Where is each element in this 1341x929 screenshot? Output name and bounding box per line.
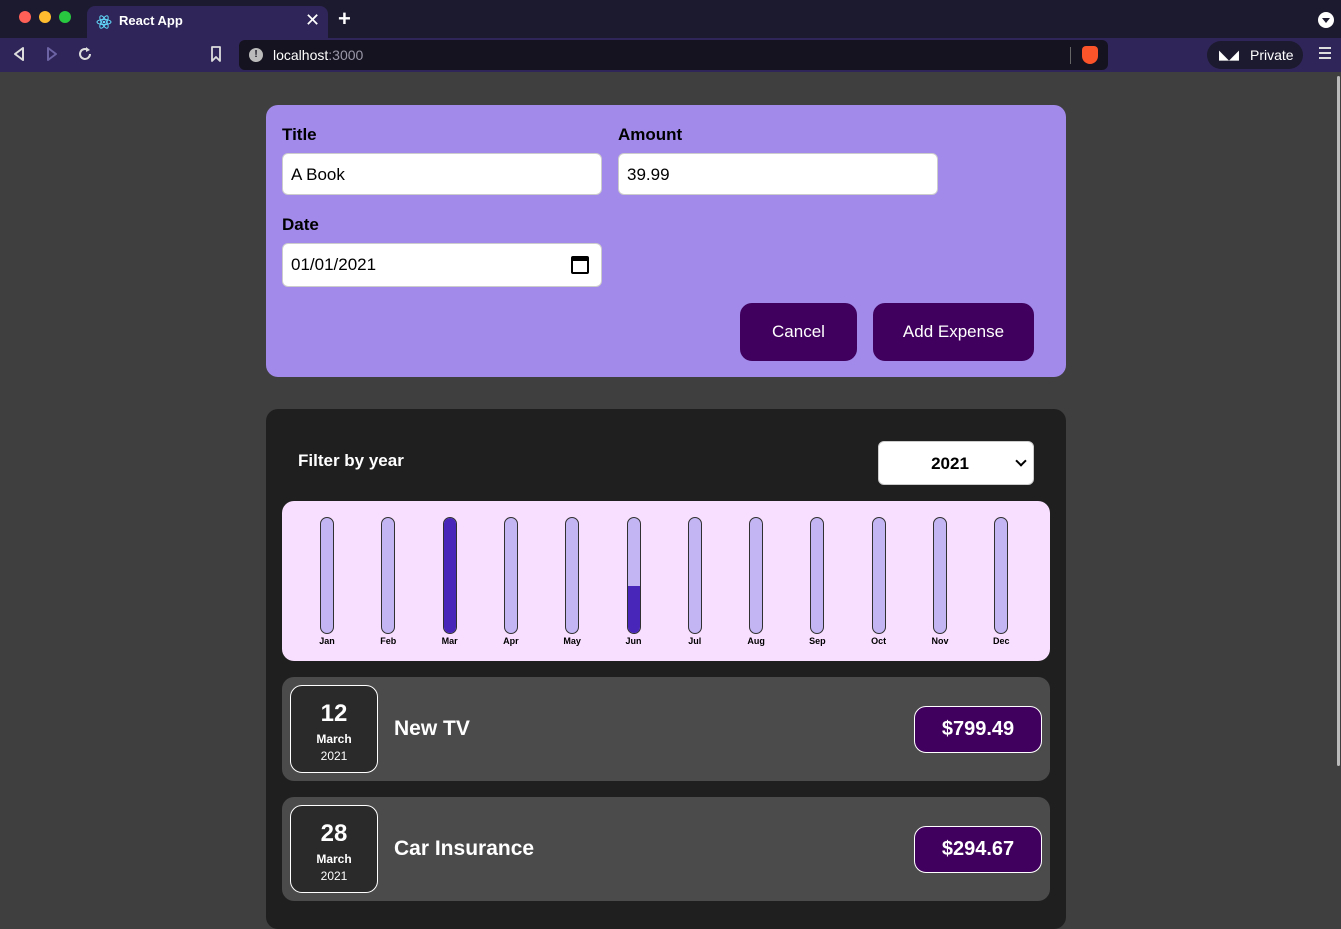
chart-bar-oct: Oct — [864, 517, 894, 657]
expense-date-year: 2021 — [320, 749, 348, 763]
chart-bar-label: Aug — [747, 636, 765, 646]
browser-nav-bar: ! localhost:3000 ◣◢ Private — [0, 38, 1341, 72]
expense-title: Car Insurance — [394, 837, 535, 860]
back-icon[interactable] — [12, 46, 26, 62]
plus-icon[interactable]: + — [338, 8, 351, 30]
chart-bar-track — [320, 517, 334, 634]
brave-icon[interactable] — [1082, 46, 1098, 64]
browser-tab[interactable]: React App ✕ — [87, 6, 328, 38]
chart-bar-track — [503, 517, 518, 634]
chart-bar-nov: Nov — [925, 517, 955, 657]
chart-bar-feb: Feb — [373, 517, 403, 657]
filter-label: Filter by year — [298, 451, 404, 470]
address-bar-divider — [1070, 47, 1071, 64]
chart-bar-label: Jan — [319, 636, 335, 646]
chart-bar-track — [381, 517, 396, 634]
url-text[interactable]: localhost:3000 — [273, 47, 363, 63]
chart-bar-label: Dec — [993, 636, 1010, 646]
expense-amount: $294.67 — [914, 826, 1042, 873]
expense-title: New TV — [394, 717, 470, 740]
chart-bar-label: Jul — [688, 636, 702, 646]
expense-date-day: 28 — [320, 820, 348, 847]
page-viewport: Title A Book Amount 39.99 Date 01/01/202… — [0, 72, 1336, 929]
expense-item[interactable]: 12 March 2021 New TV $799.49 — [282, 677, 1050, 781]
chart-bar-label: May — [563, 636, 581, 646]
calendar-icon[interactable] — [571, 256, 589, 274]
browser-tab-bar: React App ✕ + — [0, 0, 1341, 38]
chart-bar-jan: Jan — [312, 517, 342, 657]
tab-title: React App — [119, 13, 183, 28]
date-input-value: 01/01/2021 — [291, 255, 377, 274]
chart-bar-label: Jun — [625, 636, 642, 646]
chart-bar-label: Sep — [809, 636, 826, 646]
expense-date: 28 March 2021 — [290, 805, 378, 893]
chart-bar-may: May — [557, 517, 587, 657]
react-icon — [96, 15, 112, 29]
chart-bar-track — [871, 517, 886, 634]
expense-date: 12 March 2021 — [290, 685, 378, 773]
chart-bar-label: Feb — [380, 636, 397, 646]
chart-bar-jun: Jun — [619, 517, 649, 657]
date-label: Date — [282, 215, 319, 234]
chart-bar-track — [687, 517, 702, 634]
chart-bar-sep: Sep — [802, 517, 832, 657]
title-label: Title — [282, 125, 317, 144]
expenses-chart: Jan Feb Mar Apr May Jun Jul Aug Sep Oct Nov Dec — [282, 501, 1050, 661]
year-select-value: 2021 — [931, 454, 969, 473]
chart-bar-fill — [443, 518, 456, 633]
chart-bar-mar: Mar — [435, 517, 465, 657]
add-expense-button[interactable]: Add Expense — [873, 303, 1034, 361]
bookmark-icon[interactable] — [210, 46, 222, 62]
private-glasses-icon: ◣◢ — [1219, 47, 1239, 62]
chart-bar-label: Mar — [441, 636, 458, 646]
cancel-button[interactable]: Cancel — [740, 303, 857, 361]
expenses-panel: Filter by year 2021 Jan Feb Mar Apr May Jun Ju… — [266, 409, 1066, 929]
chart-bar-track — [994, 517, 1009, 634]
private-label: Private — [1250, 47, 1294, 63]
tab-list-menu-button[interactable] — [1318, 12, 1334, 28]
amount-input[interactable]: 39.99 — [618, 153, 938, 195]
close-icon[interactable]: ✕ — [305, 10, 320, 30]
menu-icon[interactable] — [1319, 47, 1331, 61]
expense-date-month: March — [316, 732, 352, 746]
close-window-button[interactable] — [19, 11, 31, 23]
chart-bar-apr: Apr — [496, 517, 526, 657]
expense-date-day: 12 — [320, 700, 348, 727]
forward-icon[interactable] — [45, 46, 59, 62]
expense-date-month: March — [316, 852, 352, 866]
minimize-window-button[interactable] — [39, 11, 51, 23]
info-icon[interactable]: ! — [249, 48, 263, 62]
chart-bar-track — [626, 517, 641, 634]
expense-amount: $799.49 — [914, 706, 1042, 753]
page-scrollbar[interactable] — [1336, 72, 1341, 910]
chart-bar-track — [749, 517, 764, 634]
chart-bar-aug: Aug — [741, 517, 771, 657]
expense-item[interactable]: 28 March 2021 Car Insurance $294.67 — [282, 797, 1050, 901]
private-window-badge[interactable]: ◣◢ Private — [1207, 41, 1303, 69]
chart-bar-track — [565, 517, 580, 634]
year-select[interactable]: 2021 — [878, 441, 1034, 485]
chart-bar-dec: Dec — [986, 517, 1016, 657]
chart-bar-track — [810, 517, 825, 634]
chart-bar-fill — [627, 585, 640, 633]
address-bar[interactable]: ! localhost:3000 — [239, 40, 1108, 70]
new-expense-form: Title A Book Amount 39.99 Date 01/01/202… — [266, 105, 1066, 377]
expense-date-year: 2021 — [320, 869, 348, 883]
chart-bar-label: Nov — [931, 636, 949, 646]
maximize-window-button[interactable] — [59, 11, 71, 23]
scrollbar-thumb[interactable] — [1337, 76, 1340, 766]
chart-bar-label: Apr — [503, 636, 519, 646]
chart-bar-track — [933, 517, 947, 634]
chart-bar-label: Oct — [871, 636, 887, 646]
amount-label: Amount — [618, 125, 683, 144]
chart-bar-jul: Jul — [680, 517, 710, 657]
reload-icon[interactable] — [77, 46, 93, 62]
date-input[interactable]: 01/01/2021 — [282, 243, 602, 287]
chart-bar-track — [442, 517, 457, 634]
title-input[interactable]: A Book — [282, 153, 602, 195]
